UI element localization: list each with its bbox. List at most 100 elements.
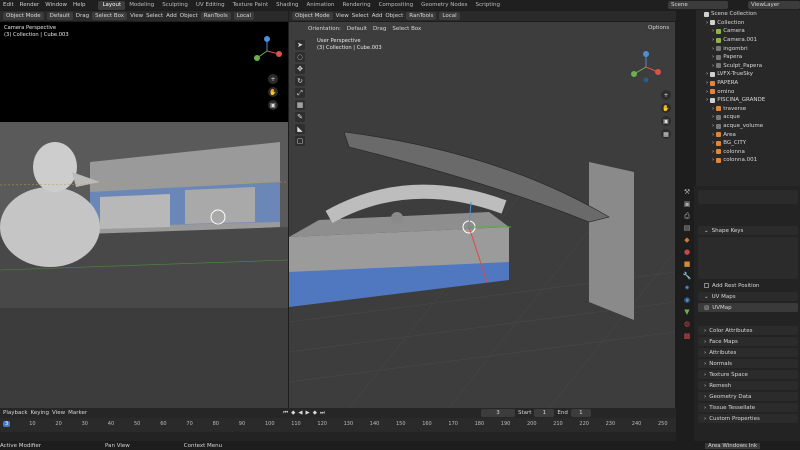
- select-box-icon[interactable]: ◌: [295, 52, 305, 62]
- chevron-right-icon[interactable]: ›: [712, 63, 714, 69]
- prev-key-icon[interactable]: ◆: [291, 410, 295, 416]
- right-menu-select[interactable]: Select: [352, 13, 369, 19]
- chevron-right-icon[interactable]: ›: [706, 97, 708, 103]
- add-rest-position-checkbox[interactable]: Add Rest Position: [698, 281, 798, 290]
- chevron-right-icon[interactable]: ›: [712, 123, 714, 129]
- outliner-item[interactable]: › Sculpt_Papera: [696, 62, 800, 71]
- outliner-item[interactable]: › Camera: [696, 27, 800, 36]
- measure-icon[interactable]: ◣: [295, 124, 305, 134]
- current-frame-field[interactable]: 3: [480, 409, 515, 417]
- timeline-menu-view[interactable]: View: [52, 410, 65, 416]
- outliner-item[interactable]: › colonna.001: [696, 156, 800, 165]
- chevron-right-icon[interactable]: ›: [712, 28, 714, 34]
- left-transform-dropdown[interactable]: Local: [233, 12, 255, 20]
- tab-texture-paint[interactable]: Texture Paint: [229, 1, 273, 10]
- add-cube-icon[interactable]: ▢: [295, 136, 305, 146]
- cursor-select-icon[interactable]: ➤: [295, 40, 305, 50]
- move-icon[interactable]: ✥: [295, 64, 305, 74]
- panel-custom-properties[interactable]: › Custom Properties: [698, 414, 798, 423]
- chevron-right-icon[interactable]: ›: [706, 20, 708, 26]
- left-orientation-dropdown[interactable]: Default: [46, 12, 73, 20]
- grid-icon[interactable]: ▦: [661, 129, 671, 139]
- tab-rendering[interactable]: Rendering: [339, 1, 375, 10]
- left-menu-object[interactable]: Object: [180, 13, 198, 19]
- uvmap-item[interactable]: ▧ UVMap: [698, 303, 798, 312]
- left-viewport[interactable]: Camera Perspective (3) Collection | Cube…: [0, 22, 288, 408]
- chevron-right-icon[interactable]: ›: [712, 46, 714, 52]
- output-tab-icon[interactable]: ⎙: [682, 211, 692, 221]
- outliner-item[interactable]: › PISCINA_GRANDE: [696, 96, 800, 105]
- outliner-item[interactable]: › Camera.001: [696, 36, 800, 45]
- tab-modeling[interactable]: Modeling: [125, 1, 158, 10]
- texture-tab-icon[interactable]: ▩: [682, 331, 692, 341]
- left-addon-button[interactable]: RanTools: [200, 12, 231, 20]
- chevron-right-icon[interactable]: ›: [712, 140, 714, 146]
- chevron-right-icon[interactable]: ›: [712, 54, 714, 60]
- outliner-item[interactable]: › Collection: [696, 19, 800, 28]
- material-tab-icon[interactable]: ◍: [682, 319, 692, 329]
- vertex-groups-list[interactable]: [698, 190, 798, 204]
- scene-tab-icon[interactable]: ◆: [682, 235, 692, 245]
- chevron-right-icon[interactable]: ›: [712, 106, 714, 112]
- panel-color-attributes[interactable]: › Color Attributes: [698, 326, 798, 335]
- timeline-menu-playback[interactable]: Playback: [3, 410, 28, 416]
- start-frame-field[interactable]: 1: [534, 409, 555, 417]
- menu-render[interactable]: Render: [17, 2, 43, 8]
- left-select-dropdown[interactable]: Select Box: [92, 12, 128, 20]
- tab-uv-editing[interactable]: UV Editing: [192, 1, 229, 10]
- modifier-tab-icon[interactable]: 🔧: [682, 271, 692, 281]
- chevron-right-icon[interactable]: ›: [712, 114, 714, 120]
- menu-help[interactable]: Help: [70, 2, 89, 8]
- physics-tab-icon[interactable]: ◉: [682, 295, 692, 305]
- scene-selector[interactable]: Scene: [668, 1, 728, 9]
- timeline-menu-marker[interactable]: Marker: [68, 410, 87, 416]
- right-menu-view[interactable]: View: [336, 13, 349, 19]
- outliner-item[interactable]: › acque: [696, 113, 800, 122]
- tab-animation[interactable]: Animation: [302, 1, 338, 10]
- object-tab-icon[interactable]: ■: [682, 259, 692, 269]
- chevron-right-icon[interactable]: ›: [706, 71, 708, 77]
- zoom-icon[interactable]: +: [661, 90, 671, 100]
- panel-attributes[interactable]: › Attributes: [698, 348, 798, 357]
- outliner-item[interactable]: › colonna: [696, 148, 800, 157]
- right-menu-object[interactable]: Object: [385, 13, 403, 19]
- outliner-item[interactable]: › BG_CITY: [696, 139, 800, 148]
- jump-end-icon[interactable]: ⏭: [320, 410, 325, 417]
- viewlayer-selector[interactable]: ViewLayer: [748, 1, 800, 9]
- jump-start-icon[interactable]: ⏮: [283, 410, 288, 417]
- render-tab-icon[interactable]: ▣: [682, 199, 692, 209]
- right-addon-button[interactable]: RanTools: [406, 12, 437, 20]
- zoom-icon[interactable]: +: [268, 74, 278, 84]
- data-tab-icon[interactable]: ▼: [682, 307, 692, 317]
- chevron-right-icon[interactable]: ›: [712, 149, 714, 155]
- panel-shape-keys[interactable]: ⌄ Shape Keys: [698, 226, 798, 235]
- end-frame-field[interactable]: 1: [570, 409, 591, 417]
- shape-keys-list[interactable]: [698, 237, 798, 279]
- world-tab-icon[interactable]: ●: [682, 247, 692, 257]
- panel-tissue-tessellate[interactable]: › Tissue Tessellate: [698, 403, 798, 412]
- tab-layout[interactable]: Layout: [98, 0, 126, 10]
- tool-tab-icon[interactable]: ⚒: [682, 187, 692, 197]
- outliner-root[interactable]: Scene Collection: [696, 10, 800, 19]
- chevron-right-icon[interactable]: ›: [712, 132, 714, 138]
- right-transform-dropdown[interactable]: Local: [439, 12, 460, 20]
- tab-geometry-nodes[interactable]: Geometry Nodes: [417, 1, 471, 10]
- right-nav-gizmo[interactable]: [629, 50, 663, 84]
- outliner-item[interactable]: › omino: [696, 87, 800, 96]
- outliner-item[interactable]: › PAPERA: [696, 79, 800, 88]
- right-mode-dropdown[interactable]: Object Mode: [292, 12, 333, 20]
- outliner-item[interactable]: › Papera: [696, 53, 800, 62]
- right-menu-add[interactable]: Add: [372, 13, 383, 19]
- panel-uv-maps[interactable]: ⌄ UV Maps: [698, 292, 798, 301]
- right-orientation-dropdown[interactable]: Default: [343, 24, 371, 33]
- left-nav-gizmo[interactable]: [252, 36, 282, 66]
- chevron-right-icon[interactable]: ›: [706, 89, 708, 95]
- timeline-menu-keying[interactable]: Keying: [31, 410, 49, 416]
- outliner-item[interactable]: › acque_volume: [696, 122, 800, 131]
- left-menu-select[interactable]: Select: [146, 13, 163, 19]
- pan-hand-icon[interactable]: ✋: [268, 87, 278, 97]
- tab-scripting[interactable]: Scripting: [471, 1, 503, 10]
- outliner-item[interactable]: › traverse: [696, 105, 800, 114]
- tab-sculpting[interactable]: Sculpting: [158, 1, 192, 10]
- chevron-right-icon[interactable]: ›: [712, 37, 714, 43]
